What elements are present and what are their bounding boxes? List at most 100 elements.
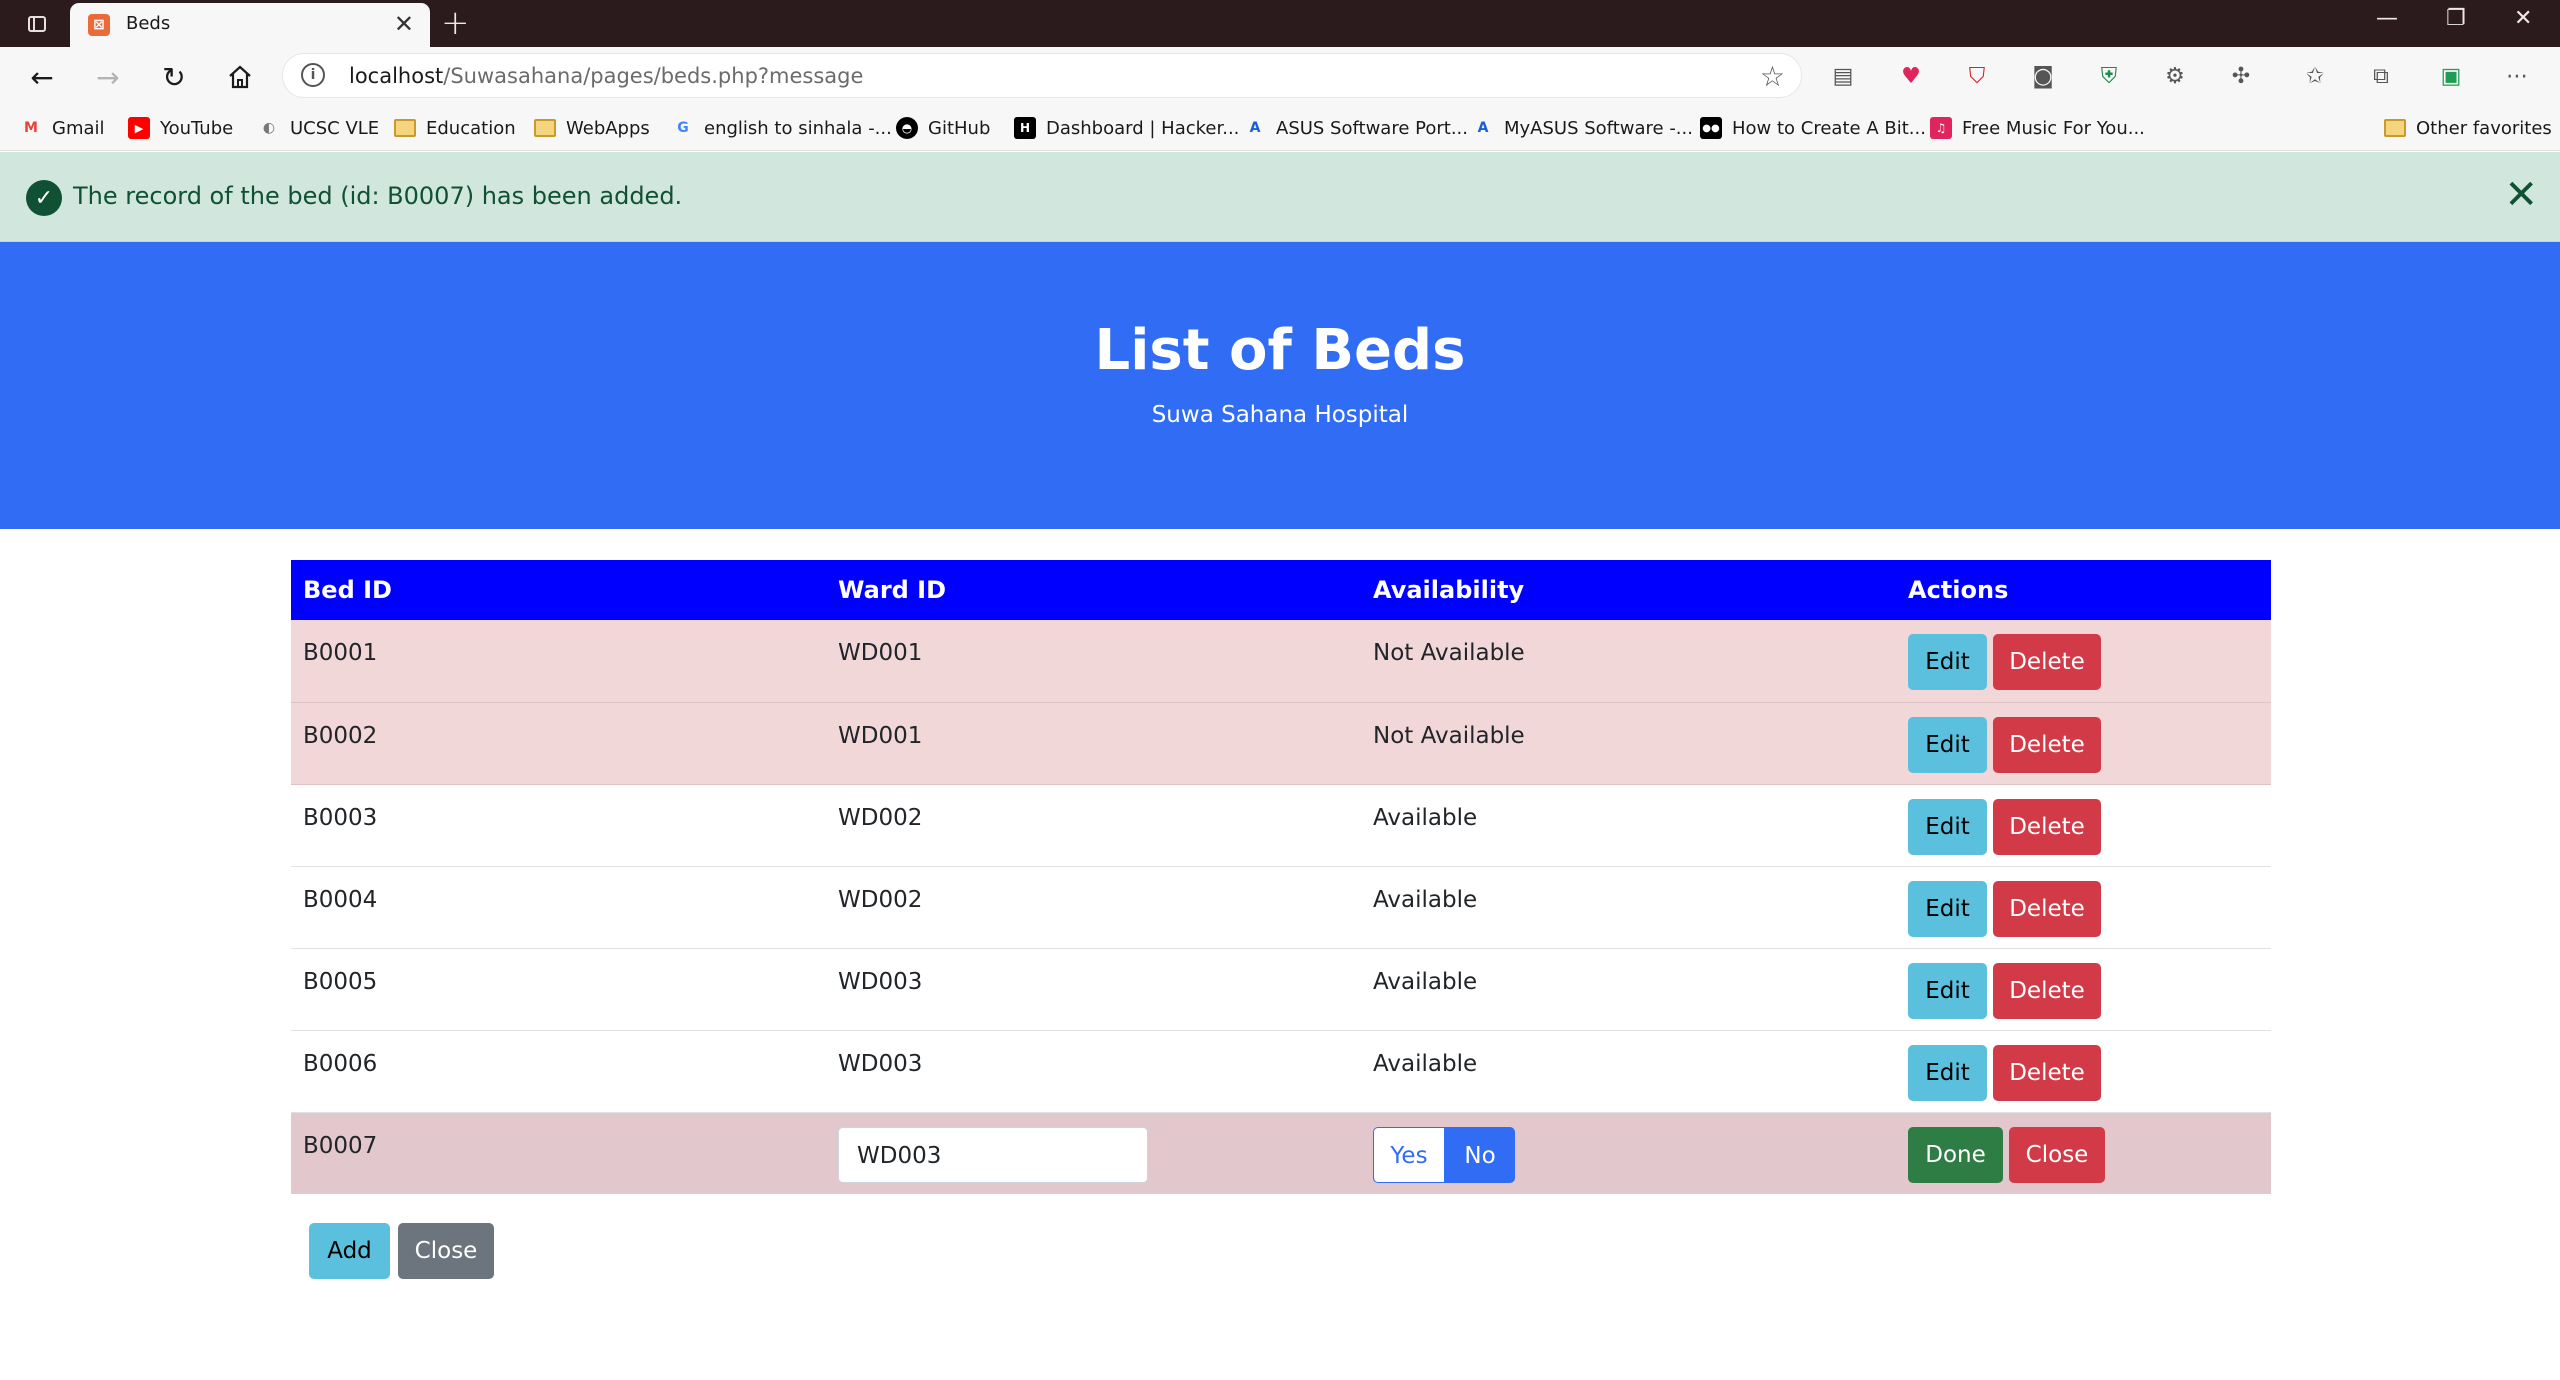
table-row: B0004 WD002 Available Edit Delete [291, 866, 2271, 949]
asus-icon: A [1477, 120, 1489, 136]
favorite-ucsc-vle[interactable]: ◐ UCSC VLE [258, 115, 379, 141]
reading-view-icon[interactable]: ▤ [1828, 61, 1858, 91]
music-icon: ♫ [1930, 117, 1952, 139]
folder-icon [394, 117, 416, 139]
favorite-gmail[interactable]: M Gmail [20, 115, 104, 141]
favorites-icon[interactable]: ✩ [2300, 61, 2330, 91]
availability-cell: Available [1361, 866, 1896, 949]
folder-icon [534, 117, 556, 139]
table-row: B0003 WD002 Available Edit Delete [291, 784, 2271, 867]
add-button[interactable]: Add [309, 1223, 390, 1279]
ward-id-cell: WD003 [826, 1030, 1361, 1113]
medium-icon: ●● [1700, 117, 1722, 139]
browser-tab[interactable]: ⊠ Beds ✕ [70, 3, 430, 47]
availability-toggle: Yes No [1373, 1126, 1515, 1183]
table-row: B0002 WD001 Not Available Edit Delete [291, 702, 2271, 785]
favorite-education[interactable]: Education [394, 115, 516, 141]
ward-id-cell: WD001 [826, 702, 1361, 785]
close-button[interactable]: Close [398, 1223, 494, 1279]
tab-close-icon[interactable]: ✕ [394, 11, 414, 37]
table-row: B0005 WD003 Available Edit Delete [291, 948, 2271, 1031]
column-header-ward-id: Ward ID [826, 560, 1361, 620]
page-title: List of Beds [1094, 318, 1466, 383]
hackerrank-icon: H [1014, 117, 1036, 139]
favorite-webapps[interactable]: WebApps [534, 115, 650, 141]
forward-icon[interactable]: → [88, 57, 128, 97]
favorite-english-to-sinhala[interactable]: Genglish to sinhala -... [672, 115, 892, 141]
edit-button[interactable]: Edit [1908, 962, 1987, 1019]
table-header-row: Bed ID Ward ID Availability Actions [291, 560, 2271, 620]
bed-id-cell: B0001 [291, 620, 826, 703]
favorite-hackerrank[interactable]: H Dashboard | Hacker... [1014, 115, 1239, 141]
gear-extension-icon[interactable]: ⚙ [2160, 61, 2190, 91]
actions-cell: Edit Delete [1896, 866, 2271, 949]
google-icon: G [677, 120, 689, 136]
page-subtitle: Suwa Sahana Hospital [1151, 402, 1409, 428]
bed-id-cell: B0005 [291, 948, 826, 1031]
media-extension-icon[interactable]: ▣ [2436, 61, 2466, 91]
more-menu-icon[interactable]: ⋯ [2502, 61, 2532, 91]
edit-button[interactable]: Edit [1908, 1044, 1987, 1101]
github-icon: ◓ [896, 117, 918, 139]
delete-button[interactable]: Delete [1993, 1044, 2101, 1101]
ward-id-input[interactable]: WD003 [838, 1126, 1148, 1183]
favorite-myasus[interactable]: A MyASUS Software -... [1472, 115, 1693, 141]
delete-button[interactable]: Delete [1993, 716, 2101, 773]
favorites-bar: M Gmail ▶ YouTube ◐ UCSC VLE Education WebA… [0, 105, 2560, 151]
browser-title-bar: ⊠ Beds ✕ + — ❐ ✕ [0, 0, 2560, 47]
asus-icon: A [1249, 120, 1261, 136]
alert-close-icon[interactable]: ✕ [2504, 172, 2538, 218]
heart-extension-icon[interactable]: ♥ [1896, 61, 1926, 91]
youtube-icon: ▶ [128, 117, 150, 139]
close-row-button[interactable]: Close [2009, 1126, 2105, 1183]
availability-cell: Not Available [1361, 702, 1896, 785]
folder-icon [2384, 117, 2406, 139]
beds-table: Bed ID Ward ID Availability Actions B000… [291, 560, 2271, 1194]
minimize-icon[interactable]: — [2376, 6, 2398, 31]
favorite-how-to-create[interactable]: ●● How to Create A Bit... [1700, 115, 1926, 141]
adblock-icon[interactable]: ⛉ [1962, 61, 1992, 91]
extensions-icon[interactable]: ✣ [2226, 61, 2256, 91]
ward-id-cell: WD001 [826, 620, 1361, 703]
favorite-youtube[interactable]: ▶ YouTube [128, 115, 233, 141]
availability-yes-button[interactable]: Yes [1373, 1126, 1445, 1183]
tab-actions-icon[interactable] [20, 0, 53, 47]
window-close-icon[interactable]: ✕ [2514, 6, 2532, 31]
back-icon[interactable]: ← [22, 57, 62, 97]
home-icon[interactable] [220, 57, 260, 97]
availability-no-button[interactable]: No [1445, 1126, 1515, 1183]
site-info-icon[interactable]: i [301, 63, 325, 87]
favorite-github[interactable]: ◓ GitHub [896, 115, 990, 141]
camera-icon[interactable]: ◙ [2028, 61, 2058, 91]
address-bar[interactable]: i localhost/Suwasahana/pages/beds.php?me… [282, 53, 1802, 98]
new-bed-row: B0007 WD003 Yes No Done Close [291, 1112, 2271, 1194]
delete-button[interactable]: Delete [1993, 880, 2101, 937]
ucsc-icon: ◐ [262, 120, 276, 136]
new-tab-icon[interactable]: + [441, 4, 470, 42]
done-button[interactable]: Done [1908, 1126, 2003, 1183]
delete-button[interactable]: Delete [1993, 798, 2101, 855]
browser-toolbar: ← → ↻ i localhost/Suwasahana/pages/beds.… [0, 47, 2560, 105]
delete-button[interactable]: Delete [1993, 634, 2101, 690]
edit-button[interactable]: Edit [1908, 634, 1987, 690]
collections-icon[interactable]: ⧉ [2366, 61, 2396, 91]
address-url[interactable]: localhost/Suwasahana/pages/beds.php?mess… [349, 64, 863, 88]
edit-button[interactable]: Edit [1908, 716, 1987, 773]
other-favorites[interactable]: Other favorites [2384, 115, 2552, 141]
refresh-icon[interactable]: ↻ [154, 57, 194, 97]
availability-cell: Available [1361, 784, 1896, 867]
favorite-free-music[interactable]: ♫ Free Music For You... [1930, 115, 2145, 141]
availability-cell: Not Available [1361, 620, 1896, 703]
restore-icon[interactable]: ❐ [2446, 6, 2466, 31]
actions-cell: Edit Delete [1896, 948, 2271, 1031]
edit-button[interactable]: Edit [1908, 880, 1987, 937]
edit-button[interactable]: Edit [1908, 798, 1987, 855]
success-alert: ✓ The record of the bed (id: B0007) has … [0, 152, 2560, 242]
shield-icon[interactable]: ⛨ [2094, 61, 2124, 91]
table-row: B0006 WD003 Available Edit Delete [291, 1030, 2271, 1113]
page-header: List of Beds Suwa Sahana Hospital [0, 242, 2560, 529]
add-favorite-icon[interactable]: ☆ [1760, 60, 1785, 93]
ward-id-cell: WD002 [826, 784, 1361, 867]
delete-button[interactable]: Delete [1993, 962, 2101, 1019]
favorite-asus-portal[interactable]: A ASUS Software Port... [1244, 115, 1468, 141]
